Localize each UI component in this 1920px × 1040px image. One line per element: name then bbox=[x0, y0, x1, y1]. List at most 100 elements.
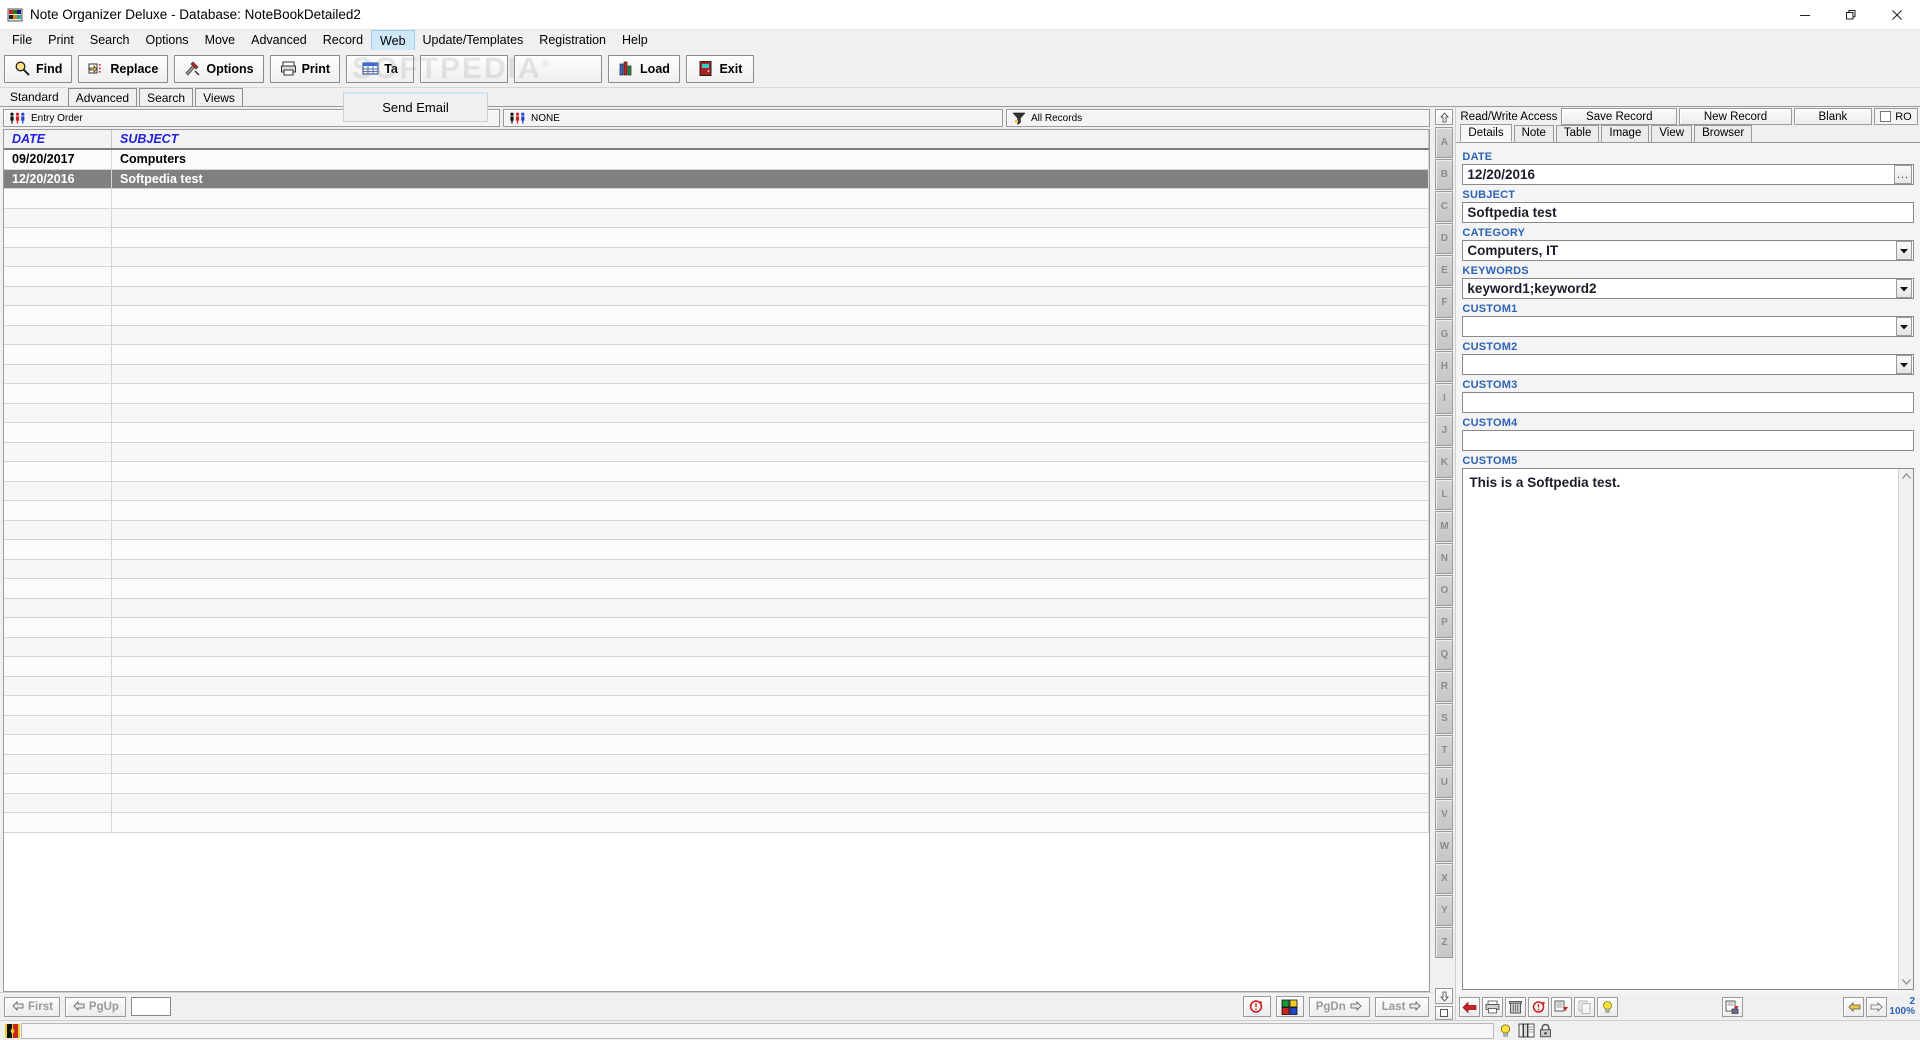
menu-web[interactable]: Web bbox=[371, 30, 415, 50]
pgup-button[interactable]: PgUp bbox=[64, 996, 126, 1017]
menu-advanced[interactable]: Advanced bbox=[243, 30, 315, 50]
chevron-down-icon[interactable] bbox=[1896, 241, 1912, 260]
menu-move[interactable]: Move bbox=[197, 30, 244, 50]
table-row[interactable] bbox=[4, 579, 1430, 599]
detail-tab-view[interactable]: View bbox=[1651, 125, 1693, 142]
table-row[interactable] bbox=[4, 520, 1430, 540]
table-row[interactable] bbox=[4, 774, 1430, 794]
back-button[interactable] bbox=[1459, 997, 1481, 1017]
alpha-button-x[interactable]: X bbox=[1435, 863, 1454, 894]
table-row[interactable] bbox=[4, 345, 1430, 365]
table-row[interactable] bbox=[4, 286, 1430, 306]
tab-search[interactable]: Search bbox=[139, 88, 194, 106]
alpha-button-t[interactable]: T bbox=[1435, 735, 1454, 766]
alpha-button-g[interactable]: G bbox=[1435, 319, 1454, 350]
refresh-record-button[interactable] bbox=[1528, 997, 1550, 1017]
print-record-button[interactable] bbox=[1482, 997, 1504, 1017]
table-row[interactable] bbox=[4, 481, 1430, 501]
custom2-field[interactable] bbox=[1462, 354, 1914, 375]
exit-button[interactable]: Exit bbox=[685, 54, 754, 83]
date-picker-button[interactable]: ... bbox=[1894, 165, 1912, 184]
next-record-button[interactable] bbox=[1866, 997, 1888, 1017]
table-row[interactable] bbox=[4, 696, 1430, 716]
refresh-button[interactable] bbox=[1242, 996, 1271, 1017]
table-row[interactable]: 09/20/2017 Computers bbox=[4, 150, 1430, 170]
alpha-button-e[interactable]: E bbox=[1435, 255, 1454, 286]
maximize-restore-button[interactable] bbox=[1828, 0, 1874, 30]
table-row[interactable] bbox=[4, 462, 1430, 482]
table-row[interactable] bbox=[4, 442, 1430, 462]
table-row[interactable] bbox=[4, 540, 1430, 560]
color-blocks-button[interactable] bbox=[1275, 996, 1304, 1017]
blank-record-button[interactable]: Blank bbox=[1793, 108, 1872, 125]
tab-advanced[interactable]: Advanced bbox=[67, 88, 138, 106]
menu-registration[interactable]: Registration bbox=[531, 30, 614, 50]
custom1-field[interactable] bbox=[1462, 316, 1914, 337]
scroll-down-button[interactable] bbox=[1435, 988, 1454, 1004]
detail-tab-note[interactable]: Note bbox=[1513, 125, 1554, 142]
custom5-textarea[interactable]: This is a Softpedia test. bbox=[1462, 468, 1914, 990]
table-row[interactable] bbox=[4, 637, 1430, 657]
filter-selector[interactable]: All Records bbox=[1006, 109, 1431, 127]
save-document-button[interactable] bbox=[1722, 997, 1744, 1017]
table-row[interactable] bbox=[4, 267, 1430, 287]
table-row[interactable] bbox=[4, 559, 1430, 579]
table-row[interactable] bbox=[4, 325, 1430, 345]
goto-record-input[interactable] bbox=[130, 997, 171, 1016]
chevron-down-icon[interactable] bbox=[1896, 355, 1912, 374]
alpha-button-m[interactable]: M bbox=[1435, 511, 1454, 542]
subject-field[interactable]: Softpedia test bbox=[1462, 202, 1914, 223]
category-field[interactable]: Computers, IT bbox=[1462, 240, 1914, 261]
column-header-date[interactable]: DATE bbox=[4, 130, 112, 148]
custom5-scrollbar[interactable] bbox=[1898, 469, 1913, 989]
alpha-button-r[interactable]: R bbox=[1435, 671, 1454, 702]
print-button[interactable]: Print bbox=[269, 54, 341, 83]
scroll-up-button[interactable] bbox=[1435, 109, 1454, 125]
stop-square-button[interactable] bbox=[1435, 1006, 1454, 1020]
table-row[interactable] bbox=[4, 228, 1430, 248]
custom3-field[interactable] bbox=[1462, 392, 1914, 413]
chevron-down-icon[interactable] bbox=[1896, 279, 1912, 298]
menu-file[interactable]: File bbox=[4, 30, 40, 50]
detail-tab-browser[interactable]: Browser bbox=[1694, 125, 1753, 142]
alpha-button-d[interactable]: D bbox=[1435, 223, 1454, 254]
alpha-button-q[interactable]: Q bbox=[1435, 639, 1454, 670]
alpha-button-c[interactable]: C bbox=[1435, 191, 1454, 222]
alpha-button-p[interactable]: P bbox=[1435, 607, 1454, 638]
detail-tab-details[interactable]: Details bbox=[1460, 124, 1512, 142]
options-button[interactable]: Options bbox=[174, 54, 264, 83]
lightbulb-icon[interactable] bbox=[1498, 1023, 1515, 1039]
alpha-button-f[interactable]: F bbox=[1435, 287, 1454, 318]
table-row[interactable] bbox=[4, 247, 1430, 267]
hint-button[interactable] bbox=[1597, 997, 1619, 1017]
alpha-button-s[interactable]: S bbox=[1435, 703, 1454, 734]
group-selector[interactable]: NONE bbox=[503, 109, 1003, 127]
table-row[interactable] bbox=[4, 754, 1430, 774]
tab-views[interactable]: Views bbox=[195, 88, 243, 106]
table-row[interactable] bbox=[4, 735, 1430, 755]
scroll-up-icon[interactable] bbox=[1900, 470, 1913, 483]
table-row[interactable] bbox=[4, 189, 1430, 209]
first-record-button[interactable]: First bbox=[4, 996, 60, 1017]
toolbar-button-6[interactable] bbox=[420, 54, 509, 83]
menu-search[interactable]: Search bbox=[82, 30, 138, 50]
toolbar-button-7[interactable] bbox=[514, 54, 603, 83]
save-record-button[interactable]: Save Record bbox=[1561, 108, 1678, 125]
table-row[interactable] bbox=[4, 384, 1430, 404]
table-row[interactable] bbox=[4, 423, 1430, 443]
alpha-button-v[interactable]: V bbox=[1435, 799, 1454, 830]
table-row[interactable] bbox=[4, 598, 1430, 618]
alpha-button-z[interactable]: Z bbox=[1435, 927, 1454, 958]
find-button[interactable]: Find bbox=[4, 54, 73, 83]
close-button[interactable] bbox=[1874, 0, 1920, 30]
lock-icon[interactable] bbox=[1538, 1023, 1555, 1039]
tab-standard[interactable]: Standard bbox=[4, 88, 66, 106]
alpha-button-l[interactable]: L bbox=[1435, 479, 1454, 510]
load-button[interactable]: Load bbox=[608, 54, 680, 83]
table-row[interactable]: 12/20/2016 Softpedia test bbox=[4, 169, 1430, 189]
minimize-button[interactable] bbox=[1782, 0, 1828, 30]
pgdn-button[interactable]: PgDn bbox=[1308, 996, 1370, 1017]
alpha-button-k[interactable]: K bbox=[1435, 447, 1454, 478]
delete-record-button[interactable] bbox=[1505, 997, 1527, 1017]
table-row[interactable] bbox=[4, 657, 1430, 677]
